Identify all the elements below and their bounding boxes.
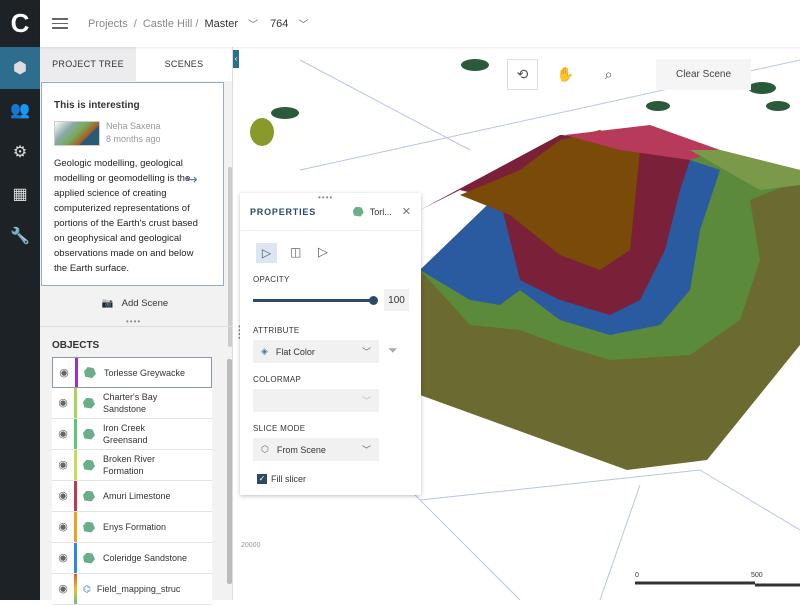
- eye-icon[interactable]: ◉: [53, 367, 75, 379]
- attribute-select[interactable]: ◈Flat Color﹀: [253, 340, 379, 363]
- properties-title: PROPERTIES: [250, 207, 353, 217]
- list-item[interactable]: ◉⌬Field_mapping_struc: [52, 574, 212, 605]
- breadcrumb-projects[interactable]: Projects: [88, 18, 128, 30]
- search-icon[interactable]: ⌕: [593, 59, 624, 90]
- opacity-slider[interactable]: [253, 299, 375, 302]
- fill-slicer-checkbox[interactable]: ✓ Fill slicer: [257, 474, 306, 484]
- orbit-icon[interactable]: ⟲: [507, 59, 538, 90]
- surface-icon: [83, 398, 95, 409]
- paint-bucket-icon: ◈: [261, 346, 268, 357]
- slice-mode-select[interactable]: ⬡From Scene﹀: [253, 438, 379, 461]
- surface-icon: [353, 207, 364, 217]
- filter-icon[interactable]: ⏷: [388, 343, 398, 358]
- colormap-select[interactable]: ﹀: [253, 389, 379, 412]
- slice-mode-label: SLICE MODE: [253, 424, 305, 433]
- gears-icon[interactable]: ⚙: [0, 131, 40, 173]
- selected-object: Torl...: [370, 207, 392, 217]
- opacity-label: OPACITY: [253, 275, 290, 284]
- objects-list: ◉Torlesse Greywacke ◉Charter's Bay Sands…: [52, 357, 212, 605]
- drag-handle[interactable]: ••••: [318, 193, 333, 202]
- colormap-label: COLORMAP: [253, 375, 301, 384]
- cubes-icon[interactable]: ⬢: [0, 47, 40, 89]
- share-icon[interactable]: ↪: [186, 171, 198, 188]
- checkbox-icon[interactable]: ✓: [257, 474, 267, 484]
- attribute-label: ATTRIBUTE: [253, 326, 300, 335]
- eye-icon[interactable]: ◉: [52, 490, 74, 502]
- scene-thumbnail: [54, 121, 100, 146]
- app-logo: C: [0, 0, 40, 47]
- tab-project-tree[interactable]: PROJECT TREE: [40, 47, 136, 81]
- eye-icon[interactable]: ◉: [52, 583, 74, 595]
- calendar-icon[interactable]: ▦: [0, 173, 40, 215]
- scene-description: Geologic modelling, geological modelling…: [54, 156, 204, 276]
- list-item[interactable]: ◉Coleridge Sandstone: [52, 543, 212, 574]
- slider-thumb[interactable]: [369, 296, 378, 305]
- header: Projects / Castle Hill / Master﹀ 764﹀: [40, 0, 800, 47]
- surface-view-icon[interactable]: ▷: [256, 243, 277, 263]
- properties-panel: •••• PROPERTIES Torl... ✕ ▷ ◫ ▷ OPACITY …: [240, 193, 421, 495]
- tab-scenes[interactable]: SCENES: [136, 47, 232, 81]
- chevron-down-icon: ﹀: [362, 394, 371, 407]
- list-item[interactable]: ◉Torlesse Greywacke: [52, 357, 212, 388]
- resize-handle[interactable]: ••••: [126, 317, 141, 326]
- list-item[interactable]: ◉Amuri Limestone: [52, 481, 212, 512]
- eye-icon[interactable]: ◉: [52, 397, 74, 409]
- objects-title: OBJECTS: [52, 340, 99, 351]
- cube-icon: ⬡: [261, 444, 269, 455]
- outline-view-icon[interactable]: ▷: [318, 244, 328, 260]
- add-scene-button[interactable]: 📷Add Scene: [40, 290, 230, 316]
- nav-rail: C ⬢ 👥 ⚙ ▦ 🔧: [0, 0, 40, 600]
- author-name: Neha Saxena: [106, 120, 161, 133]
- users-icon[interactable]: 👥: [0, 89, 40, 131]
- eye-icon[interactable]: ◉: [52, 552, 74, 564]
- scrollbar[interactable]: [228, 167, 232, 347]
- list-item[interactable]: ◉Iron Creek Greensand: [52, 419, 212, 450]
- timestamp: 8 months ago: [106, 133, 161, 146]
- scale-label-500: 500: [751, 572, 763, 579]
- menu-icon[interactable]: [52, 15, 68, 32]
- left-panel: PROJECT TREE SCENES This is interesting …: [40, 47, 233, 600]
- scene-title: This is interesting: [54, 100, 211, 111]
- surface-icon: [84, 367, 96, 378]
- clear-scene-button[interactable]: Clear Scene: [656, 59, 751, 90]
- viewport-toolbar: ⟲ ✋ ⌕ Clear Scene: [507, 59, 751, 90]
- surface-icon: [83, 491, 95, 502]
- chevron-down-icon: ﹀: [362, 345, 371, 358]
- surface-icon: [83, 553, 95, 564]
- pan-hand-icon[interactable]: ✋: [550, 59, 581, 90]
- surface-icon: [83, 522, 95, 533]
- axis-label: 20000: [241, 542, 260, 549]
- wrench-icon[interactable]: 🔧: [0, 215, 40, 257]
- breadcrumb-castle-hill[interactable]: Castle Hill /: [143, 18, 199, 30]
- structure-icon: ⌬: [83, 583, 91, 595]
- surface-icon: [83, 429, 95, 440]
- chevron-down-icon[interactable]: ﹀: [298, 16, 308, 31]
- chevron-down-icon: ﹀: [362, 443, 371, 456]
- camera-plus-icon: 📷: [102, 298, 114, 309]
- scrollbar[interactable]: [227, 359, 232, 584]
- eye-icon[interactable]: ◉: [52, 428, 74, 440]
- list-item[interactable]: ◉Charter's Bay Sandstone: [52, 388, 212, 419]
- scene-card[interactable]: This is interesting Neha Saxena8 months …: [41, 82, 224, 286]
- list-item[interactable]: ◉Enys Formation: [52, 512, 212, 543]
- version-select[interactable]: 764: [270, 18, 288, 30]
- chevron-down-icon[interactable]: ﹀: [248, 16, 258, 31]
- branch-select[interactable]: Master: [204, 18, 238, 30]
- list-item[interactable]: ◉Broken River Formation: [52, 450, 212, 481]
- close-icon[interactable]: ✕: [402, 205, 411, 218]
- scale-label-0: 0: [635, 572, 639, 579]
- slice-view-icon[interactable]: ◫: [290, 245, 301, 259]
- eye-icon[interactable]: ◉: [52, 521, 74, 533]
- opacity-value[interactable]: 100: [384, 289, 409, 311]
- eye-icon[interactable]: ◉: [52, 459, 74, 471]
- surface-icon: [83, 460, 95, 471]
- collapse-panel-button[interactable]: ‹: [233, 50, 239, 68]
